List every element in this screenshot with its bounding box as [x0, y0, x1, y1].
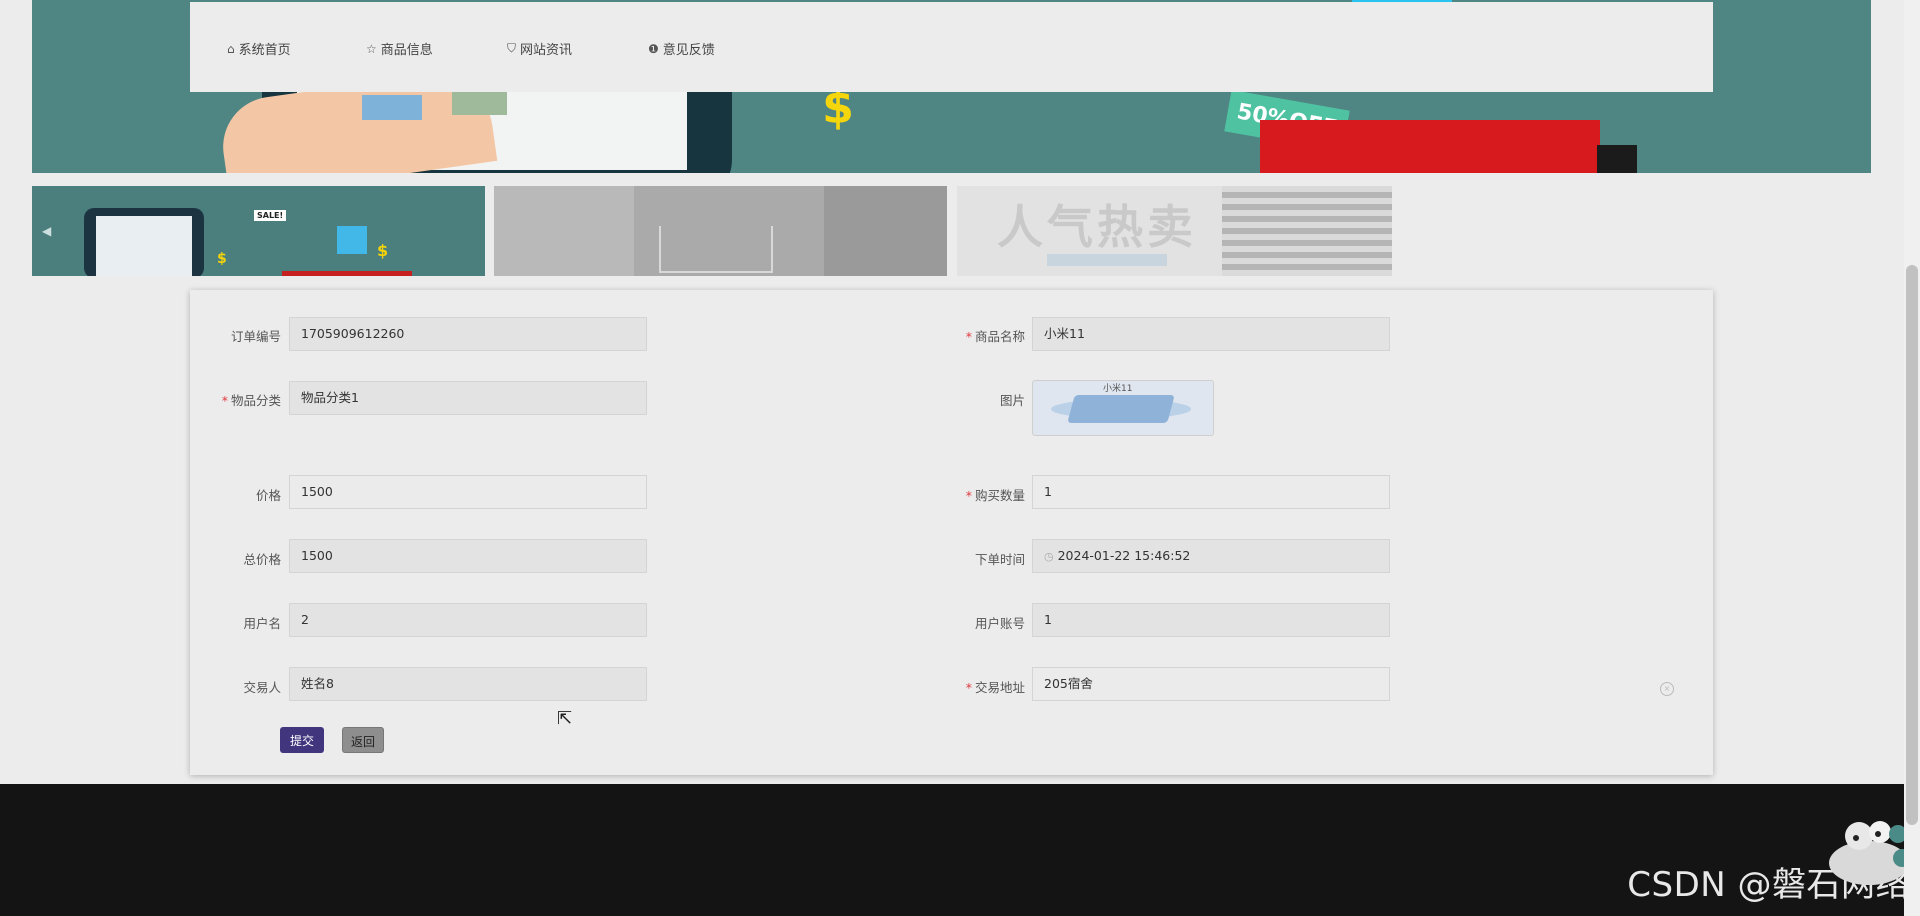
home-icon: ⌂: [227, 41, 235, 56]
order-time-field[interactable]: ◷ 2024-01-22 15:46:52: [1032, 539, 1390, 573]
thumb-title: 人气热卖: [997, 200, 1197, 254]
cart-icon: [659, 226, 773, 273]
dollar-icon: $: [377, 241, 389, 260]
nav-item-label: 意见反馈: [662, 43, 715, 58]
star-icon: ☆: [366, 41, 377, 56]
image-label: 图片: [999, 393, 1025, 408]
nav-item-feedback[interactable]: ❶ 意见反馈: [648, 39, 715, 59]
nav-item-label: 商品信息: [380, 43, 433, 58]
nav-item-label: 网站资讯: [520, 43, 573, 58]
nav-item-products[interactable]: ☆ 商品信息: [366, 39, 433, 59]
account-field[interactable]: 1: [1032, 603, 1390, 637]
total-label: 总价格: [243, 552, 281, 567]
nav-item-news[interactable]: ⛉ 网站资讯: [507, 39, 572, 58]
order-form-panel: [190, 290, 1713, 775]
thumb-graphic: [1047, 254, 1167, 266]
carousel-thumb-1[interactable]: ◀ SALE! $ $: [32, 186, 485, 276]
clear-icon[interactable]: ×: [1660, 682, 1674, 696]
username-label: 用户名: [243, 616, 281, 631]
account-label: 用户账号: [974, 616, 1025, 631]
trader-label: 交易人: [243, 680, 281, 695]
quantity-field[interactable]: 1: [1032, 475, 1390, 509]
dollar-icon: $: [217, 251, 227, 267]
trader-field[interactable]: 姓名8: [289, 667, 647, 701]
mouse-cursor-icon: ⇱: [557, 708, 573, 729]
thumb-graphic: [96, 216, 192, 276]
address-field[interactable]: 205宿舍: [1032, 667, 1390, 701]
nav-item-home[interactable]: ⌂ 系统首页: [227, 39, 291, 59]
thumb-graphic: [494, 186, 634, 276]
thumb-graphic: [282, 271, 412, 276]
banner-card-graphic: [362, 95, 422, 120]
username-field[interactable]: 2: [289, 603, 647, 637]
carousel-thumbnails: ◀ SALE! $ $ 人气热卖: [32, 186, 1412, 276]
order-no-field[interactable]: 1705909612260: [289, 317, 647, 351]
price-field[interactable]: 1500: [289, 475, 647, 509]
gift-icon: [337, 226, 367, 254]
prev-arrow-icon[interactable]: ◀: [42, 224, 51, 238]
carousel-thumb-2[interactable]: [494, 186, 947, 276]
price-label: 价格: [255, 488, 281, 503]
nav-item-label: 系统首页: [238, 43, 291, 58]
top-navbar: ⌂ 系统首页 ☆ 商品信息 ⛉ 网站资讯 ❶ 意见反馈: [190, 2, 1713, 92]
back-button[interactable]: 返回: [342, 727, 384, 753]
submit-button[interactable]: 提交: [280, 727, 324, 753]
thumb-graphic: [1392, 186, 1407, 276]
address-label: * 交易地址: [965, 680, 1025, 695]
thumb-graphic: [824, 186, 947, 276]
page-footer: CSDN @磐石网络: [0, 784, 1920, 916]
banner-decor: [1597, 145, 1637, 173]
clock-icon: ◷: [1044, 550, 1054, 563]
mascot-icon: [1829, 821, 1911, 885]
banner-card-graphic: [452, 90, 507, 115]
image-caption: 小米11: [1103, 384, 1133, 394]
category-field[interactable]: 物品分类1: [289, 381, 647, 415]
thumb-graphic: [1222, 186, 1392, 276]
info-icon: ❶: [648, 41, 659, 56]
phone-image: [1067, 395, 1175, 423]
order-time-label: 下单时间: [974, 552, 1025, 567]
product-name-label: * 商品名称: [965, 329, 1025, 344]
scrollbar-thumb[interactable]: [1906, 265, 1918, 825]
category-label: * 物品分类: [221, 393, 281, 408]
product-image[interactable]: 小米11: [1032, 380, 1214, 436]
order-no-label: 订单编号: [230, 329, 281, 344]
banner-shopping-bag: [1260, 120, 1600, 173]
thumb-sale-tag: SALE!: [254, 210, 287, 221]
quantity-label: * 购买数量: [965, 488, 1025, 503]
bag-icon: ⛉: [507, 41, 517, 55]
total-field[interactable]: 1500: [289, 539, 647, 573]
carousel-thumb-3[interactable]: 人气热卖: [957, 186, 1407, 276]
product-name-field[interactable]: 小米11: [1032, 317, 1390, 351]
